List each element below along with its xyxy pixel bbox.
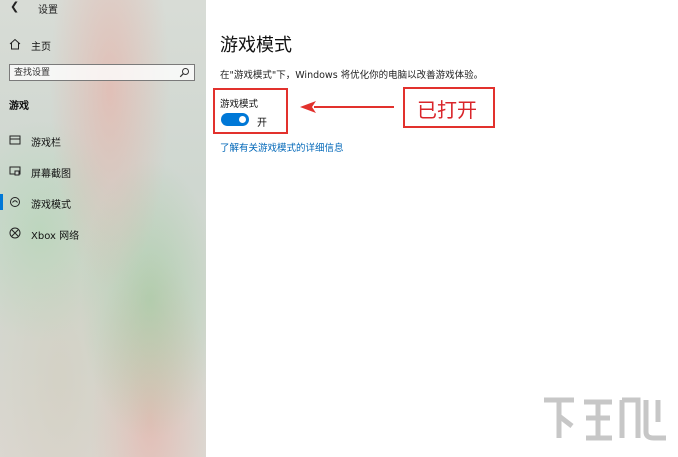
annotation-text: 已打开 [417,98,477,122]
game-mode-toggle[interactable] [221,113,249,126]
learn-more-link[interactable]: 了解有关游戏模式的详细信息 [220,140,344,154]
back-arrow-icon[interactable]: ❮ [10,0,19,13]
toggle-label: 游戏模式 [220,99,259,110]
annotation-highlight-box [213,88,288,134]
watermark-logo-icon [544,397,666,441]
sidebar-item-gamemode[interactable]: 游戏模式 [0,194,206,211]
home-label: 主页 [31,42,51,53]
search-box[interactable] [9,64,195,81]
sidebar-item-label: 游戏模式 [31,200,71,211]
sidebar-item-xbox[interactable]: Xbox 网络 [0,226,206,242]
app-title: 设置 [38,5,58,16]
annotation-arrow-icon [300,101,394,113]
sidebar-item-capture[interactable]: 屏幕截图 [0,164,206,180]
sidebar-item-label: 游戏栏 [31,138,61,149]
capture-icon [9,166,21,176]
home-nav-item[interactable]: 主页 [9,38,199,53]
toggle-knob [239,116,246,123]
page-description: 在"游戏模式"下，Windows 将优化你的电脑以改善游戏体验。 [220,70,484,81]
sidebar: ❮ 设置 主页 游戏 游戏栏 屏幕截图 [0,0,206,457]
sidebar-item-label: Xbox 网络 [31,231,80,242]
search-input[interactable] [14,66,174,79]
xbox-icon [9,227,21,239]
sidebar-item-gamebar[interactable]: 游戏栏 [0,133,206,149]
home-icon [9,38,21,50]
toggle-state-text: 开 [257,118,267,129]
selection-indicator [0,194,3,210]
sidebar-item-label: 屏幕截图 [31,169,71,180]
title-bar: ❮ 设置 [0,0,206,16]
gamemode-icon [10,197,20,207]
gamebar-icon [9,135,21,145]
section-title: 游戏 [9,101,29,112]
page-title: 游戏模式 [220,35,292,56]
search-icon[interactable] [179,67,190,78]
